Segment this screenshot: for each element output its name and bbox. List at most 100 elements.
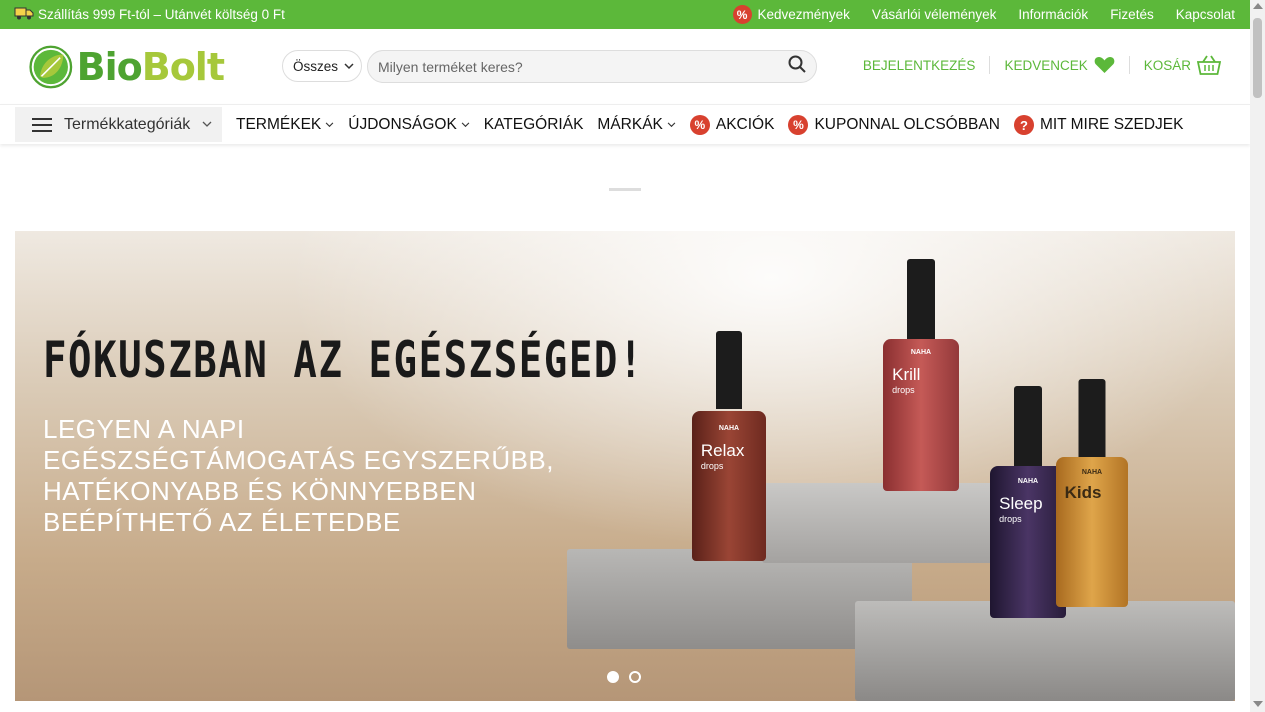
nav-item-new[interactable]: ÚJDONSÁGOK [348,116,470,134]
top-link-info[interactable]: Információk [1018,7,1088,22]
stone-pedestal [762,483,997,563]
site-header: BioBolt Összes BEJELENTKEZÉS KEDVENCEK K… [0,29,1250,104]
leaf-logo-icon [29,45,73,89]
banner-subtext: LEGYEN A NAPI EGÉSZSÉGTÁMOGATÁS EGYSZERŰ… [43,414,603,538]
main-nav: Termékkategóriák TERMÉKEK ÚJDONSÁGOK KAT… [0,104,1250,144]
header-actions: BEJELENTKEZÉS KEDVENCEK KOSÁR [849,55,1235,75]
nav-item-brands-label: MÁRKÁK [597,116,663,133]
percent-badge-icon: % [732,5,752,24]
categories-menu-label: Termékkategóriák [64,115,191,133]
search-scope-label: Összes [293,58,339,74]
nav-items: TERMÉKEK ÚJDONSÁGOK KATEGÓRIÁK MÁRKÁK % … [236,105,1183,145]
hamburger-icon [32,117,52,132]
bottle-cap [1014,386,1042,466]
scroll-up-arrow-icon[interactable] [1253,3,1263,9]
login-link[interactable]: BEJELENTKEZÉS [849,58,990,73]
product-bottle-sleep: NAHA Sleep drops [990,386,1066,618]
page-scrollbar[interactable] [1250,0,1265,712]
bottle-label: Kids [1065,483,1120,503]
nav-item-coupons[interactable]: % KUPONNAL OLCSÓBBAN [788,115,1000,135]
bottle-name: Kids [1064,483,1102,502]
basket-icon [1197,55,1221,75]
chevron-down-icon [461,122,470,128]
banner-subtext-line: BEÉPÍTHETŐ AZ ÉLETEDBE [43,507,401,537]
nav-item-new-label: ÚJDONSÁGOK [348,116,457,133]
product-bottle-kids: NAHA Kids [1056,379,1128,607]
bottle-body: NAHA Sleep drops [990,466,1066,618]
bottle-cap [716,331,742,409]
search-bar [367,50,817,83]
logo-text-bio: Bio [76,45,143,89]
site-logo[interactable]: BioBolt [29,38,225,96]
chevron-down-icon [344,62,354,69]
shipping-notice: Szállítás 999 Ft-tól – Utánvét költség 0… [14,6,285,23]
banner-subtext-line: HATÉKONYABB ÉS KÖNNYEBBEN [43,476,477,506]
top-link-discounts-label: Kedvezmények [757,7,850,22]
bottle-sub: drops [892,385,915,395]
bottle-cap [1078,379,1106,457]
bottle-sub: drops [700,461,724,471]
carousel-dot-2[interactable] [629,671,641,683]
favorites-link[interactable]: KEDVENCEK [990,56,1128,74]
hero-banner[interactable]: FÓKUSZBAN AZ EGÉSZSÉGED! LEGYEN A NAPI E… [15,231,1235,701]
heart-icon [1094,57,1115,73]
nav-item-categories-label: KATEGÓRIÁK [483,116,584,133]
chevron-down-icon [325,122,334,128]
nav-item-coupons-label: KUPONNAL OLCSÓBBAN [814,116,1000,133]
percent-badge-icon: % [689,115,710,135]
banner-subtext-line: LEGYEN A NAPI [43,414,245,444]
nav-item-brands[interactable]: MÁRKÁK [597,116,676,134]
top-links: % Kedvezmények Vásárlói vélemények Infor… [732,5,1235,24]
nav-item-guide-label: MIT MIRE SZEDJEK [1039,116,1184,133]
bottle-label: Krill drops [892,365,950,395]
bottle-label: Relax drops [701,441,757,471]
search-scope-select[interactable]: Összes [282,50,362,82]
product-bottle-relax: NAHA Relax drops [692,331,766,561]
bottle-brand: NAHA [910,349,932,356]
percent-badge-icon: % [788,115,809,135]
top-bar: Szállítás 999 Ft-tól – Utánvét költség 0… [0,0,1250,29]
cart-label: KOSÁR [1143,57,1191,73]
chevron-down-icon [202,121,212,127]
chevron-down-icon [667,122,676,128]
carousel-dot-1[interactable] [607,671,619,683]
nav-item-products-label: TERMÉKEK [236,116,322,133]
bottle-body: NAHA Kids [1056,457,1128,607]
favorites-label: KEDVENCEK [1004,57,1088,73]
bottle-name: Relax [700,441,745,460]
nav-item-sales-label: AKCIÓK [715,116,775,133]
product-bottle-krill: NAHA Krill drops [883,259,959,491]
carousel-dots [607,671,641,683]
loading-divider [609,188,641,191]
banner-subtext-line: EGÉSZSÉGTÁMOGATÁS EGYSZERŰBB, [43,445,555,475]
scroll-down-arrow-icon[interactable] [1253,701,1263,707]
bottle-brand: NAHA [718,425,740,432]
truck-icon [14,6,34,23]
top-link-discounts[interactable]: % Kedvezmények [732,5,850,24]
bottle-body: NAHA Relax drops [692,411,766,561]
bottle-sub: drops [999,514,1022,524]
nav-item-guide[interactable]: ? MIT MIRE SZEDJEK [1013,115,1184,135]
search-input[interactable] [378,58,788,75]
search-icon[interactable] [788,55,806,78]
bottle-brand: NAHA [1081,469,1103,476]
logo-text-bolt: Bolt [141,45,225,89]
nav-item-sales[interactable]: % AKCIÓK [689,115,775,135]
scroll-thumb[interactable] [1253,18,1262,98]
top-link-reviews[interactable]: Vásárlói vélemények [872,7,997,22]
bottle-name: Krill [892,365,921,384]
bottle-label: Sleep drops [999,494,1057,524]
nav-item-products[interactable]: TERMÉKEK [236,116,334,134]
nav-item-categories[interactable]: KATEGÓRIÁK [484,116,584,134]
banner-headline: FÓKUSZBAN AZ EGÉSZSÉGED! [43,331,644,389]
top-link-payment[interactable]: Fizetés [1110,7,1154,22]
bottle-brand: NAHA [1017,478,1039,485]
categories-menu-button[interactable]: Termékkategóriák [15,107,222,142]
bottle-cap [907,259,935,339]
question-icon: ? [1013,115,1034,135]
top-link-contact[interactable]: Kapcsolat [1176,7,1235,22]
cart-link[interactable]: KOSÁR [1130,55,1235,75]
bottle-name: Sleep [999,494,1043,513]
shipping-text: Szállítás 999 Ft-tól – Utánvét költség 0… [38,7,285,22]
logo-text: BioBolt [76,45,225,89]
